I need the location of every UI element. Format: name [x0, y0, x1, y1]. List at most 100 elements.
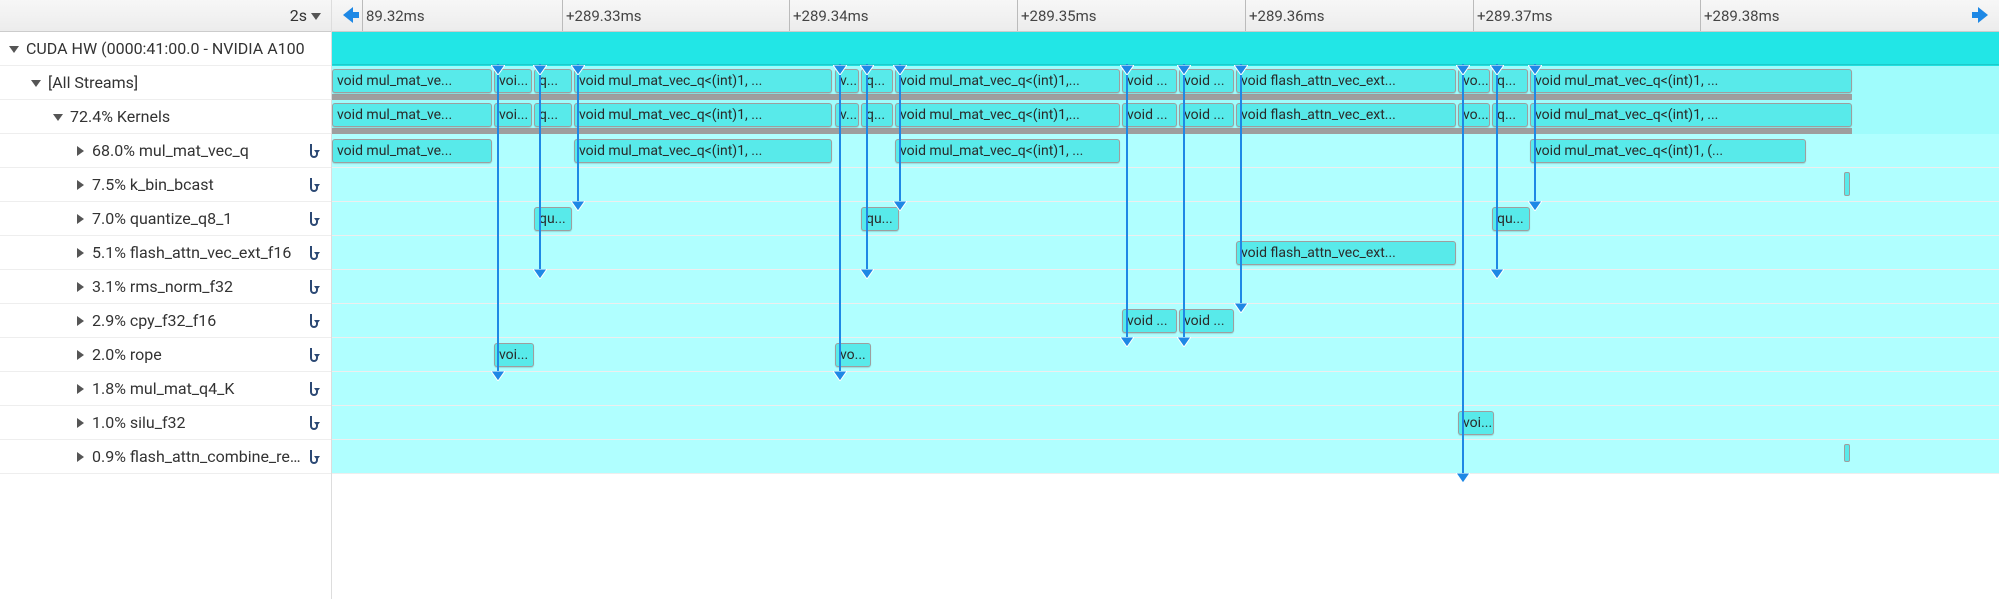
- loop-icon: [303, 245, 323, 261]
- tree-row-kernel-item[interactable]: 68.0% mul_mat_vec_q: [0, 134, 331, 168]
- loop-icon: [303, 415, 323, 431]
- kernel-block[interactable]: void mul_mat_vec_q<(int)1,...: [895, 103, 1120, 127]
- tree-label: 68.0% mul_mat_vec_q: [92, 141, 303, 160]
- call-marker-icon: [533, 264, 547, 274]
- call-marker-icon: [1120, 60, 1134, 70]
- tree-row-kernel-item[interactable]: 3.1% rms_norm_f32: [0, 270, 331, 304]
- kernel-block[interactable]: void mul_mat_vec_q<(int)1, ...: [574, 69, 832, 93]
- timeline-tick: +289.33ms: [562, 0, 642, 31]
- timeline-body[interactable]: void mul_mat_ve...voi...q...void mul_mat…: [332, 32, 1999, 599]
- chevron-right-icon: [75, 282, 85, 292]
- timeline-tick: +289.36ms: [1245, 0, 1325, 31]
- kernel-block[interactable]: void mul_mat_vec_q<(int)1, ...: [574, 139, 832, 163]
- tree-row-kernel-item[interactable]: 7.0% quantize_q8_1: [0, 202, 331, 236]
- lane-mulmatq4k: [332, 372, 1999, 406]
- kernel-block[interactable]: void ...: [1122, 103, 1177, 127]
- timeline-tick: 89.32ms: [362, 0, 425, 31]
- call-marker-icon: [491, 60, 505, 70]
- kernel-block[interactable]: void ...: [1179, 309, 1234, 333]
- call-marker-icon: [1490, 60, 1504, 70]
- tree-row-kernels[interactable]: 72.4% Kernels: [0, 100, 331, 134]
- timeline-tick: +289.34ms: [789, 0, 869, 31]
- call-marker-icon: [1120, 332, 1134, 342]
- timeline[interactable]: 89.32ms +289.33ms +289.34ms +289.35ms +289.3…: [332, 0, 1999, 599]
- call-marker-icon: [1528, 60, 1542, 70]
- lane-flashcombine: [332, 440, 1999, 474]
- call-marker-icon: [1456, 468, 1470, 478]
- kernel-block[interactable]: void flash_attn_vec_ext...: [1236, 241, 1456, 265]
- chevron-right-icon: [75, 146, 85, 156]
- tree-row-cuda-hw[interactable]: CUDA HW (0000:41:00.0 - NVIDIA A100: [0, 32, 331, 66]
- kernel-block[interactable]: void mul_mat_ve...: [332, 103, 492, 127]
- kernel-block[interactable]: void ...: [1122, 309, 1177, 333]
- tree-label: 2.9% cpy_f32_f16: [92, 311, 303, 330]
- kernel-block[interactable]: void mul_mat_vec_q<(int)1, ...: [1530, 103, 1852, 127]
- call-edge: [577, 64, 579, 206]
- kernel-block[interactable]: void flash_attn_vec_ext...: [1236, 69, 1456, 93]
- call-edge: [1183, 64, 1185, 342]
- kernel-block[interactable]: void mul_mat_vec_q<(int)1,...: [895, 69, 1120, 93]
- loop-icon: [303, 143, 323, 159]
- call-marker-icon: [893, 196, 907, 206]
- chevron-right-icon: [75, 452, 85, 462]
- tree-row-kernel-item[interactable]: 0.9% flash_attn_combine_resu: [0, 440, 331, 474]
- tree-row-kernel-item[interactable]: 2.9% cpy_f32_f16: [0, 304, 331, 338]
- call-edge: [539, 64, 541, 274]
- time-selector[interactable]: 2s: [0, 0, 331, 32]
- kernel-block[interactable]: void mul_mat_vec_q<(int)1, ...: [1530, 69, 1852, 93]
- chevron-down-icon: [311, 11, 321, 21]
- call-marker-icon: [860, 264, 874, 274]
- tree-row-kernel-item[interactable]: 5.1% flash_attn_vec_ext_f16: [0, 236, 331, 270]
- call-marker-icon: [1456, 60, 1470, 70]
- call-edge: [1496, 64, 1498, 274]
- chevron-right-icon: [75, 384, 85, 394]
- loop-icon: [303, 347, 323, 363]
- chevron-down-icon: [53, 112, 63, 122]
- call-edge: [1240, 64, 1242, 308]
- chevron-right-icon: [75, 316, 85, 326]
- kernel-block[interactable]: void mul_mat_ve...: [332, 69, 492, 93]
- kernel-block[interactable]: void mul_mat_ve...: [332, 139, 492, 163]
- call-marker-icon: [1490, 264, 1504, 274]
- tree-row-kernel-item[interactable]: 7.5% k_bin_bcast: [0, 168, 331, 202]
- kernel-stub[interactable]: [1844, 444, 1850, 462]
- call-edge: [899, 64, 901, 206]
- tree-row-kernel-item[interactable]: 1.0% silu_f32: [0, 406, 331, 440]
- call-marker-icon: [1234, 298, 1248, 308]
- tree-row-all-streams[interactable]: [All Streams]: [0, 66, 331, 100]
- kernel-block[interactable]: voi...: [494, 103, 532, 127]
- kernel-block[interactable]: void mul_mat_vec_q<(int)1, ...: [895, 139, 1120, 163]
- timeline-tick: +289.37ms: [1473, 0, 1553, 31]
- tree-label: 2.0% rope: [92, 345, 303, 364]
- kernel-stub[interactable]: [1844, 172, 1850, 196]
- call-marker-icon: [833, 366, 847, 376]
- row-separator: [332, 94, 1852, 100]
- call-edge: [497, 64, 499, 376]
- loop-icon: [303, 177, 323, 193]
- chevron-right-icon: [75, 248, 85, 258]
- timeline-tick: +289.38ms: [1700, 0, 1780, 31]
- call-edge: [866, 64, 868, 274]
- lane-silu: [332, 406, 1999, 440]
- tree-label: 3.1% rms_norm_f32: [92, 277, 303, 296]
- tree-label: 1.8% mul_mat_q4_K: [92, 379, 303, 398]
- kernel-block[interactable]: void ...: [1179, 103, 1234, 127]
- tree-row-kernel-item[interactable]: 2.0% rope: [0, 338, 331, 372]
- kernel-block[interactable]: voi...: [494, 343, 534, 367]
- scroll-right-button[interactable]: [1971, 4, 1993, 26]
- timeline-ruler[interactable]: 89.32ms +289.33ms +289.34ms +289.35ms +289.3…: [332, 0, 1999, 32]
- kernel-block[interactable]: void mul_mat_vec_q<(int)1, ...: [574, 103, 832, 127]
- timeline-tick: +289.35ms: [1017, 0, 1097, 31]
- call-marker-icon: [860, 60, 874, 70]
- chevron-right-icon: [75, 418, 85, 428]
- tree-row-kernel-item[interactable]: 1.8% mul_mat_q4_K: [0, 372, 331, 406]
- call-edge: [1534, 64, 1536, 206]
- chevron-right-icon: [75, 350, 85, 360]
- call-marker-icon: [533, 60, 547, 70]
- kernel-block[interactable]: void mul_mat_vec_q<(int)1, (...: [1530, 139, 1806, 163]
- chevron-down-icon: [9, 44, 19, 54]
- loop-icon: [303, 279, 323, 295]
- lane-rope: [332, 338, 1999, 372]
- kernel-block[interactable]: void flash_attn_vec_ext...: [1236, 103, 1456, 127]
- scroll-left-button[interactable]: [338, 4, 360, 26]
